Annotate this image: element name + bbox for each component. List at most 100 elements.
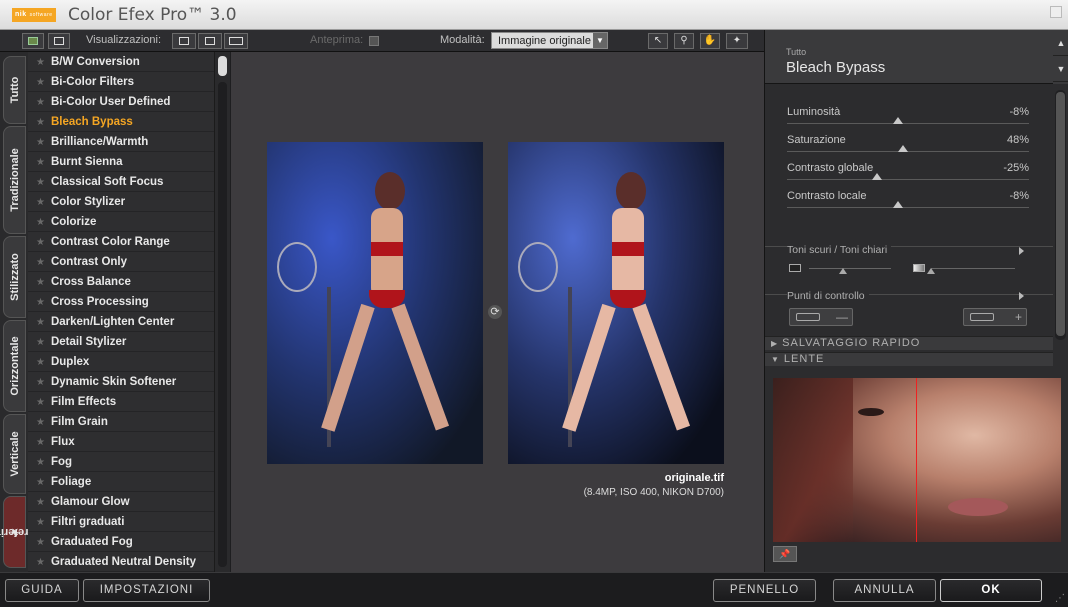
tab-stilizzato[interactable]: Stilizzato [3, 236, 26, 318]
slider-knob[interactable] [893, 117, 904, 124]
shadows-slider-track[interactable] [809, 268, 891, 269]
lens-section[interactable]: ▼ LENTE [765, 352, 1053, 366]
star-icon[interactable]: ★ [36, 217, 45, 228]
star-icon[interactable]: ★ [36, 277, 45, 288]
star-icon[interactable]: ★ [36, 537, 45, 548]
filter-item[interactable]: ★ Detail Stylizer [28, 332, 214, 352]
star-icon[interactable]: ★ [36, 377, 45, 388]
light-tool-button[interactable]: ✦ [726, 33, 748, 49]
star-icon[interactable]: ★ [36, 497, 45, 508]
filter-item[interactable]: ★ Graduated Neutral Density [28, 552, 214, 572]
guide-button[interactable]: GUIDA [5, 579, 79, 602]
mode-select[interactable]: Immagine originale ▼ [491, 32, 608, 49]
star-icon[interactable]: ★ [36, 197, 45, 208]
filter-item[interactable]: ★ Brilliance/Warmth [28, 132, 214, 152]
star-icon[interactable]: ★ [36, 337, 45, 348]
remove-control-point-button[interactable]: — [789, 308, 853, 326]
filter-item[interactable]: ★ Darken/Lighten Center [28, 312, 214, 332]
star-icon[interactable]: ★ [36, 417, 45, 428]
star-icon[interactable]: ★ [36, 317, 45, 328]
filter-item[interactable]: ★ B/W Conversion [28, 52, 214, 72]
list-view-button[interactable] [48, 33, 70, 49]
slider-knob[interactable] [871, 173, 882, 180]
scroll-up-button[interactable]: ▲ [1053, 30, 1068, 56]
star-icon[interactable]: ★ [36, 437, 45, 448]
side-by-side-view-button[interactable] [224, 33, 248, 49]
slider-track[interactable] [787, 123, 1029, 124]
chevron-right-icon[interactable] [1019, 292, 1024, 300]
filter-item[interactable]: ★ Film Effects [28, 392, 214, 412]
chevron-right-icon[interactable] [1019, 247, 1024, 255]
filter-item[interactable]: ★ Film Grain [28, 412, 214, 432]
pin-button[interactable]: 📌 [773, 546, 797, 562]
filter-item[interactable]: ★ Classical Soft Focus [28, 172, 214, 192]
filter-item[interactable]: ★ Burnt Sienna [28, 152, 214, 172]
star-icon[interactable]: ★ [36, 357, 45, 368]
filter-item[interactable]: ★ Contrast Only [28, 252, 214, 272]
panel-scrollbar[interactable] [1055, 90, 1066, 340]
filter-item[interactable]: ★ Filtri graduati [28, 512, 214, 532]
settings-button[interactable]: IMPOSTAZIONI [83, 579, 210, 602]
highlights-slider-track[interactable] [931, 268, 1015, 269]
add-control-point-button[interactable]: + [963, 308, 1027, 326]
slider-knob[interactable] [893, 201, 904, 208]
loupe-view[interactable] [773, 378, 1061, 542]
resize-grip-icon[interactable]: ⋰ [1055, 593, 1065, 604]
slider-knob[interactable] [898, 145, 909, 152]
slider-track[interactable] [787, 179, 1029, 180]
filtered-photo[interactable] [508, 142, 724, 464]
filter-item[interactable]: ★ Bi-Color User Defined [28, 92, 214, 112]
scroll-thumb[interactable] [1056, 92, 1065, 336]
zoom-tool-button[interactable]: ⚲ [674, 33, 694, 49]
star-icon[interactable]: ★ [36, 117, 45, 128]
star-icon[interactable]: ★ [36, 157, 45, 168]
cancel-button[interactable]: ANNULLA [833, 579, 936, 602]
shadows-slider-knob[interactable] [839, 268, 847, 274]
star-icon[interactable]: ★ [36, 57, 45, 68]
star-icon[interactable]: ★ [36, 517, 45, 528]
star-icon[interactable]: ★ [36, 477, 45, 488]
highlights-slider-knob[interactable] [927, 268, 935, 274]
split-view-button[interactable] [198, 33, 222, 49]
tab-verticale[interactable]: Verticale [3, 414, 26, 494]
star-icon[interactable]: ★ [36, 457, 45, 468]
tab-preferiti[interactable]: ★ Preferiti [0, 496, 35, 568]
pointer-tool-button[interactable]: ↖ [648, 33, 668, 49]
scroll-thumb[interactable] [218, 56, 227, 76]
filter-item[interactable]: ★ Cross Processing [28, 292, 214, 312]
filter-item[interactable]: ★ Flux [28, 432, 214, 452]
filter-item[interactable]: ★ Glamour Glow [28, 492, 214, 512]
filter-item[interactable]: ★ Fog [28, 452, 214, 472]
filter-item[interactable]: ★ Duplex [28, 352, 214, 372]
filter-item[interactable]: ★ Bi-Color Filters [28, 72, 214, 92]
filter-item[interactable]: ★ Graduated Fog [28, 532, 214, 552]
filter-item[interactable]: ★ Bleach Bypass [28, 112, 214, 132]
scroll-track[interactable] [218, 82, 227, 567]
brush-button[interactable]: PENNELLO [713, 579, 816, 602]
star-icon[interactable]: ★ [36, 77, 45, 88]
star-icon[interactable]: ★ [36, 97, 45, 108]
tab-tutto[interactable]: Tutto [3, 56, 26, 124]
original-photo[interactable] [267, 142, 483, 464]
filter-item[interactable]: ★ Colorize [28, 212, 214, 232]
tab-tradizionale[interactable]: Tradizionale [3, 126, 26, 234]
filter-item[interactable]: ★ Cross Balance [28, 272, 214, 292]
star-icon[interactable]: ★ [36, 177, 45, 188]
slider-track[interactable] [787, 207, 1029, 208]
sync-icon[interactable]: ⟳ [488, 305, 502, 319]
window-control[interactable] [1050, 6, 1062, 18]
tab-orizzontale[interactable]: Orizzontale [3, 320, 26, 412]
star-icon[interactable]: ★ [36, 297, 45, 308]
filter-list-scrollbar[interactable] [214, 52, 230, 572]
preview-checkbox[interactable] [369, 36, 379, 46]
star-icon[interactable]: ★ [36, 257, 45, 268]
quick-save-section[interactable]: ▶ SALVATAGGIO RAPIDO [765, 336, 1053, 350]
thumbnail-view-button[interactable] [22, 33, 44, 49]
filter-item[interactable]: ★ Dynamic Skin Softener [28, 372, 214, 392]
filter-item[interactable]: ★ Foliage [28, 472, 214, 492]
star-icon[interactable]: ★ [36, 237, 45, 248]
ok-button[interactable]: OK [940, 579, 1042, 602]
star-icon[interactable]: ★ [36, 397, 45, 408]
star-icon[interactable]: ★ [36, 557, 45, 568]
scroll-down-button[interactable]: ▼ [1053, 56, 1068, 82]
